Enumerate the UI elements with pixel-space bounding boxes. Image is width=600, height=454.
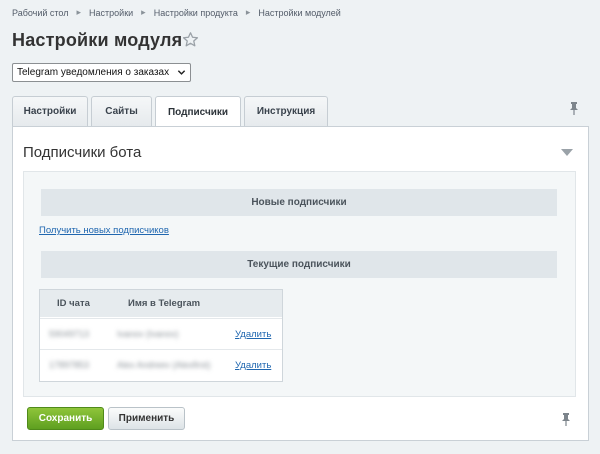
table-row: 17897853 Alex Andreev (Alexfirst) Удалит… — [40, 349, 282, 380]
apply-button[interactable]: Применить — [108, 407, 185, 430]
tab-instructions[interactable]: Инструкция — [244, 96, 328, 126]
subscribers-content: Новые подписчики Получить новых подписчи… — [23, 171, 576, 397]
table-row: 59049713 Ivanov (Ivanov) Удалить — [40, 318, 282, 349]
telegram-name-cell: Alex Andreev (Alexfirst) — [117, 360, 211, 370]
tab-subscribers[interactable]: Подписчики — [155, 96, 241, 127]
tab-bar: Настройки Сайты Подписчики Инструкция — [12, 96, 331, 127]
module-select-value: Telegram уведомления о заказах — [17, 67, 170, 78]
column-header-chat-id: ID чата — [57, 298, 90, 309]
tab-sites[interactable]: Сайты — [91, 96, 152, 126]
delete-link[interactable]: Удалить — [235, 329, 271, 340]
star-icon[interactable] — [182, 31, 199, 48]
breadcrumb-item-module-settings[interactable]: Настройки модулей — [258, 8, 340, 18]
breadcrumb-item-product-settings[interactable]: Настройки продукта — [154, 8, 238, 18]
chevron-down-icon — [177, 70, 186, 75]
pin-icon[interactable] — [560, 412, 572, 426]
delete-link[interactable]: Удалить — [235, 360, 271, 371]
table-header: ID чата Имя в Telegram — [40, 290, 282, 317]
save-button[interactable]: Сохранить — [27, 407, 104, 430]
breadcrumb: Рабочий стол ▸ Настройки ▸ Настройки про… — [12, 7, 341, 18]
breadcrumb-separator-icon: ▸ — [141, 7, 146, 17]
breadcrumb-separator-icon: ▸ — [245, 7, 251, 17]
get-new-subscribers-link[interactable]: Получить новых подписчиков — [39, 225, 169, 236]
panel-title: Подписчики бота — [23, 144, 142, 161]
subscribers-table: ID чата Имя в Telegram 59049713 Ivanov (… — [39, 289, 283, 382]
tab-settings[interactable]: Настройки — [12, 96, 88, 126]
telegram-name-cell: Ivanov (Ivanov) — [117, 329, 179, 339]
breadcrumb-separator-icon: ▸ — [76, 7, 82, 17]
breadcrumb-item-settings[interactable]: Настройки — [89, 8, 133, 18]
column-header-telegram-name: Имя в Telegram — [128, 298, 201, 309]
chat-id-cell: 59049713 — [49, 329, 90, 339]
chat-id-cell: 17897853 — [49, 360, 90, 370]
module-select[interactable]: Telegram уведомления о заказах — [12, 63, 191, 82]
pin-icon[interactable] — [568, 101, 580, 115]
breadcrumb-item-desktop[interactable]: Рабочий стол — [12, 8, 69, 18]
page-title: Настройки модуля — [12, 30, 183, 50]
collapse-arrow-icon[interactable] — [561, 149, 573, 156]
new-subscribers-header: Новые подписчики — [41, 189, 557, 216]
subscribers-panel: Подписчики бота Новые подписчики Получит… — [12, 126, 589, 441]
current-subscribers-header: Текущие подписчики — [41, 251, 557, 278]
